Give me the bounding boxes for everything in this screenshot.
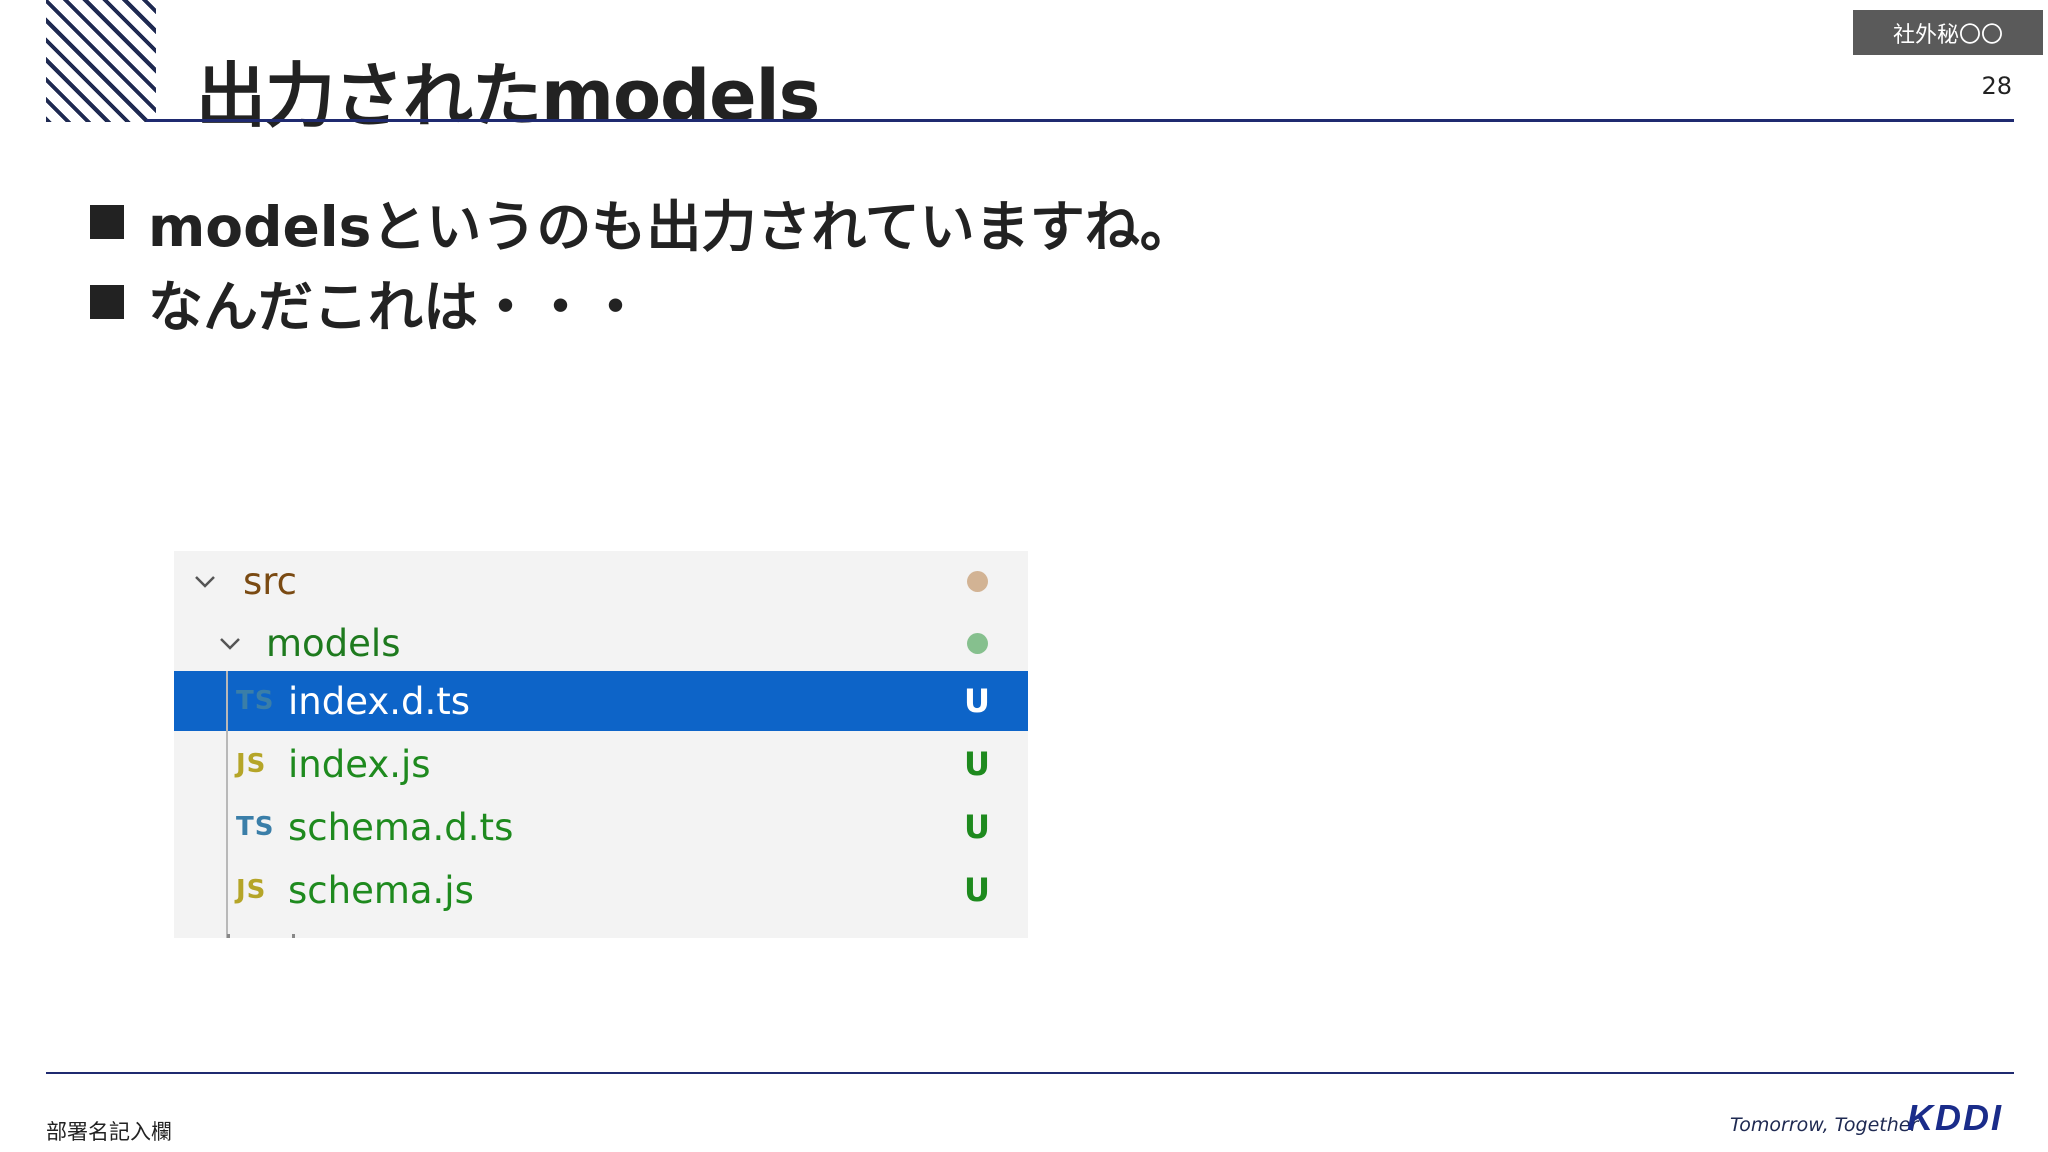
file-name: schema.d.ts [288,805,514,849]
untracked-badge: U [964,745,990,783]
file-name: schema.js [288,868,474,912]
title-underline [146,119,2014,122]
decorative-stripes [46,0,156,122]
square-bullet-icon [90,205,124,239]
untracked-badge: U [964,871,990,909]
brand-tagline: Tomorrow, Together [1730,1114,1919,1136]
typescript-file-icon: TS [236,686,275,716]
department-field: 部署名記入欄 [46,1120,172,1144]
file-explorer-screenshot: src models TS index.d.ts U JS index.js U… [174,551,1028,938]
tree-file-schema-d-ts[interactable]: TS schema.d.ts U [174,797,1028,857]
cut-off-row-fragment [227,934,230,938]
tree-file-schema-js[interactable]: JS schema.js U [174,860,1028,920]
javascript-file-icon: JS [236,875,267,905]
bullet-list: modelsというのも出力されていますね。 なんだこれは・・・ [90,182,1195,342]
indent-guide [226,671,228,938]
bullet-item: なんだこれは・・・ [90,262,1195,342]
confidential-badge: 社外秘〇〇 [1853,10,2043,55]
square-bullet-icon [90,285,124,319]
folder-label-src: src [243,559,298,603]
file-name: index.d.ts [288,679,471,723]
tree-folder-src[interactable]: src [174,551,1028,611]
typescript-file-icon: TS [236,812,275,842]
chevron-down-icon[interactable] [219,632,241,654]
file-name: index.js [288,742,431,786]
git-status-dot [967,570,988,592]
untracked-badge: U [964,682,990,720]
bullet-text: なんだこれは・・・ [148,275,644,339]
svg-text:KDDI: KDDI [1907,1100,2003,1136]
javascript-file-icon: JS [236,749,267,779]
git-status-dot [967,632,988,654]
cut-off-row-fragment [292,934,295,938]
tree-file-index-d-ts[interactable]: TS index.d.ts U [174,671,1028,731]
tree-file-index-js[interactable]: JS index.js U [174,734,1028,794]
slide-title: 出力されたmodels [196,55,820,137]
footer-rule [46,1072,2014,1074]
bullet-text: modelsというのも出力されていますね。 [148,195,1195,259]
untracked-badge: U [964,808,990,846]
chevron-down-icon[interactable] [194,570,216,592]
page-number: 28 [1981,72,2012,100]
kddi-logo: KDDI [1905,1097,2015,1140]
folder-label-models: models [266,621,401,665]
bullet-item: modelsというのも出力されていますね。 [90,182,1195,262]
tree-folder-models[interactable]: models [174,613,1028,673]
